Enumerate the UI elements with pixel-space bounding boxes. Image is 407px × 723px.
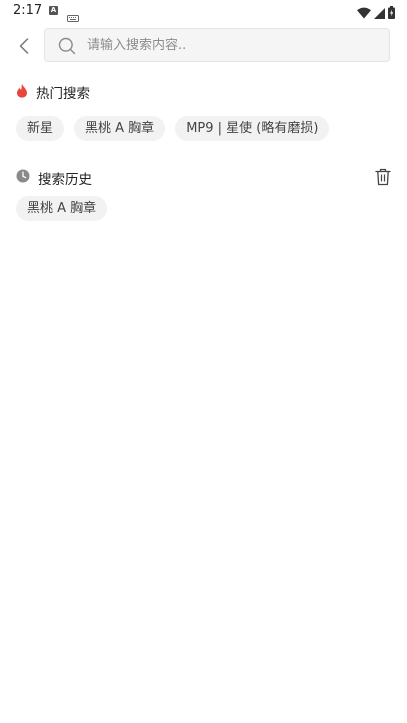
back-button[interactable] [12,34,36,58]
search-history-header: 搜索历史 [16,168,92,188]
hot-search-tag[interactable]: 黑桃 A 胸章 [74,116,166,141]
hot-search-tag[interactable]: 新星 [16,116,65,141]
clear-history-button[interactable] [375,168,391,186]
status-bar: 2:17 A [0,0,407,24]
hot-search-tags: 新星 黑桃 A 胸章 MP9 | 星使 (略有磨损) [16,116,330,141]
search-history-title: 搜索历史 [38,172,92,188]
clock-icon [16,169,30,187]
status-indicators [357,4,395,23]
status-time: 2:17 [13,3,43,18]
flame-icon [16,83,28,102]
hot-search-title: 热门搜索 [36,86,90,102]
keyboard-icon [67,7,79,26]
hot-search-header: 热门搜索 [16,82,90,102]
chevron-left-icon [19,38,29,54]
cellular-signal-icon [374,4,385,23]
search-box[interactable] [44,28,390,62]
hot-search-tag[interactable]: MP9 | 星使 (略有磨损) [175,116,330,141]
wifi-icon [357,4,371,23]
history-tag[interactable]: 黑桃 A 胸章 [16,196,108,221]
search-input[interactable] [87,29,377,61]
battery-icon [388,4,395,23]
a-notification-icon: A [49,6,58,15]
search-header [0,26,407,66]
search-history-tags: 黑桃 A 胸章 [16,196,108,221]
search-icon [58,37,76,59]
trash-icon [375,168,391,186]
